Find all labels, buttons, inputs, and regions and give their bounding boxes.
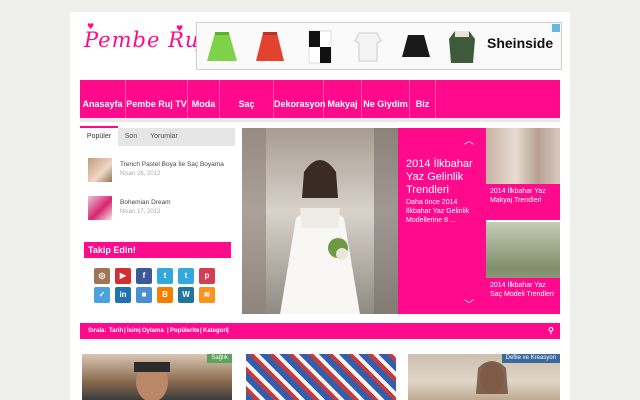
post-date: Nisan 17, 2013 (120, 209, 161, 215)
ad-product-white-top[interactable] (349, 27, 387, 65)
blogger-icon[interactable]: B (157, 287, 173, 303)
nav-item-sac-modelleri[interactable]: Saç Modelleri (220, 80, 274, 157)
check-icon[interactable]: ✓ (94, 287, 110, 303)
nav-divider (80, 118, 560, 122)
wordpress-icon[interactable]: W (178, 287, 194, 303)
sort-option-tarih[interactable]: Tarih (109, 323, 123, 339)
main-nav: Anasayfa Pembe Ruj TV Moda Saç Modelleri… (80, 80, 560, 157)
post-title[interactable]: Trench Pastel Boya İle Saç Boyama (120, 161, 224, 168)
ad-product-green-parka[interactable] (443, 27, 481, 65)
hero-title[interactable]: 2014 İlkbahar Yaz Gelinlik Trendleri (406, 158, 482, 197)
pinterest-icon[interactable]: p (199, 268, 215, 284)
ad-brand-logo[interactable]: Sheinside (487, 35, 553, 51)
instagram-icon[interactable]: ◎ (94, 268, 110, 284)
post-card[interactable]: Defile ve Kreasyon (408, 354, 560, 400)
sort-option-oylama[interactable]: Oylama (142, 323, 164, 339)
post-thumbnail[interactable] (88, 158, 112, 182)
heart-icon: ♥ (176, 24, 185, 33)
post-thumbnail[interactable] (88, 196, 112, 220)
tab-populer[interactable]: Popüler (80, 126, 118, 148)
nav-item-makyaj[interactable]: Makyaj (324, 80, 362, 118)
side-post-title[interactable]: 2014 İlkbahar Yaz Saç Modeli Trendleri (486, 278, 560, 314)
youtube-icon[interactable]: ▶ (115, 268, 131, 284)
nav-item-ne-giydim[interactable]: Ne Giydim (362, 80, 410, 118)
side-post-title[interactable]: 2014 İlkbahar Yaz Makyaj Trendleri (486, 184, 560, 220)
post-title[interactable]: Bohemian Dream (120, 199, 171, 206)
chevron-up-icon[interactable]: ︿ (464, 132, 474, 147)
ad-banner[interactable]: Sheinside (196, 22, 562, 70)
post-card[interactable]: Sağlık (82, 354, 232, 400)
ad-choices-icon[interactable] (552, 24, 560, 32)
category-badge[interactable]: Sağlık (207, 354, 232, 363)
sort-option-kategori[interactable]: Kategori (203, 323, 227, 339)
list-item[interactable]: Bohemian Dream Nisan 17, 2013 (88, 196, 233, 222)
facebook-icon[interactable]: f (136, 268, 152, 284)
post-card[interactable] (246, 354, 396, 400)
nav-item-anasayfa[interactable]: Anasayfa (80, 80, 126, 118)
delicious-icon[interactable]: ■ (136, 287, 152, 303)
sidebar-tabs: Popüler Son Yorumlar (80, 126, 235, 148)
tab-son[interactable]: Son (118, 128, 144, 146)
hero-excerpt: Daha önce 2014 İlkbahar Yaz Gelinlik Mod… (406, 199, 470, 224)
nav-item-moda[interactable]: Moda (188, 80, 220, 118)
search-icon[interactable]: ⚲ (548, 323, 554, 339)
nav-item-biz[interactable]: Biz (410, 80, 436, 118)
hero-image[interactable] (242, 128, 398, 314)
sort-bar: Sırala: Tarih | İsim | Oylama | Popüleri… (80, 323, 560, 339)
nav-item-pembe-ruj-tv[interactable]: Pembe Ruj TV (126, 80, 188, 118)
rss-icon[interactable]: ≋ (199, 287, 215, 303)
nav-item-dekorasyon[interactable]: Dekorasyon (274, 80, 326, 118)
category-badge[interactable]: Defile ve Kreasyon (501, 354, 560, 363)
tab-yorumlar[interactable]: Yorumlar (144, 128, 184, 146)
site-logo[interactable]: Pembe Ruj ♥ ♥ (84, 22, 207, 52)
ad-product-black-skirt[interactable] (397, 27, 435, 65)
ad-product-green-skirt[interactable] (203, 27, 241, 65)
heart-icon: ♥ (87, 22, 96, 31)
side-post-card[interactable]: 2014 İlkbahar Yaz Saç Modeli Trendleri (486, 222, 560, 314)
ad-product-red-skirt[interactable] (251, 27, 289, 65)
sort-label: Sırala: (88, 328, 107, 334)
ad-product-checker-coat[interactable] (301, 27, 339, 65)
twitter-icon[interactable]: t (157, 268, 173, 284)
twitter-icon[interactable]: t (178, 268, 194, 284)
chevron-down-icon[interactable]: ﹀ (464, 296, 474, 311)
side-post-card[interactable]: 2014 İlkbahar Yaz Makyaj Trendleri (486, 128, 560, 220)
hero-caption-panel[interactable]: ︿ 2014 İlkbahar Yaz Gelinlik Trendleri D… (398, 128, 486, 314)
sort-option-popularite[interactable]: Popülerite (170, 323, 199, 339)
list-item[interactable]: Trench Pastel Boya İle Saç Boyama Nisan … (88, 158, 233, 184)
follow-header: Takip Edin! (84, 242, 231, 258)
linkedin-icon[interactable]: in (115, 287, 131, 303)
sort-option-isim[interactable]: İsim (127, 323, 139, 339)
post-date: Nisan 26, 2012 (120, 171, 161, 177)
